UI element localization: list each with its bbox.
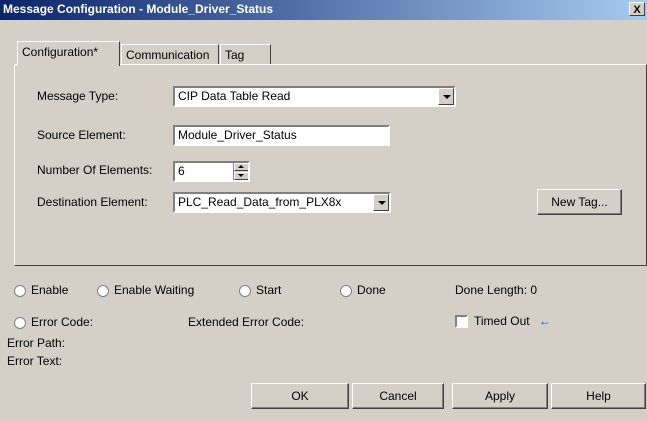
left-arrow-icon: ← [539, 314, 551, 328]
new-tag-button[interactable]: New Tag... [537, 189, 622, 215]
close-button[interactable]: X [629, 2, 645, 16]
chevron-down-icon[interactable] [438, 88, 454, 105]
source-element-field[interactable]: Module_Driver_Status [173, 125, 390, 146]
configuration-panel: Message Type: CIP Data Table Read Source… [14, 64, 647, 266]
number-of-elements-value: 6 [178, 164, 185, 178]
error-code-label: Error Code: [31, 315, 94, 329]
window-title: Message Configuration - Module_Driver_St… [3, 2, 274, 16]
ok-button[interactable]: OK [251, 383, 349, 409]
tab-configuration[interactable]: Configuration* [17, 41, 120, 66]
tab-tag[interactable]: Tag [220, 44, 271, 66]
error-text-label: Error Text: [7, 354, 63, 368]
enable-waiting-indicator-icon [97, 285, 109, 297]
chevron-down-icon[interactable] [373, 194, 389, 211]
message-type-value: CIP Data Table Read [178, 89, 291, 103]
error-path-label: Error Path: [7, 336, 66, 350]
title-bar[interactable]: Message Configuration - Module_Driver_St… [0, 0, 647, 20]
extended-error-code-label: Extended Error Code: [188, 315, 305, 329]
spin-down-icon[interactable] [234, 172, 248, 180]
tab-communication[interactable]: Communication [121, 44, 219, 66]
help-button[interactable]: Help [551, 383, 646, 409]
spin-up-icon[interactable] [234, 163, 248, 171]
spinner-control[interactable] [233, 163, 248, 180]
error-code-indicator-icon [14, 317, 26, 329]
timed-out-checkbox[interactable] [455, 315, 468, 328]
done-label: Done [357, 283, 386, 297]
source-element-label: Source Element: [37, 128, 126, 142]
number-of-elements-label: Number Of Elements: [37, 163, 153, 177]
destination-element-dropdown[interactable]: PLC_Read_Data_from_PLX8x [173, 192, 391, 213]
cancel-button[interactable]: Cancel [352, 383, 444, 409]
done-indicator-icon [340, 285, 352, 297]
done-length-label: Done Length: 0 [455, 283, 538, 297]
message-configuration-dialog: Message Configuration - Module_Driver_St… [0, 0, 647, 421]
enable-indicator-icon [14, 285, 26, 297]
number-of-elements-stepper[interactable]: 6 [173, 161, 250, 182]
apply-button[interactable]: Apply [452, 383, 548, 409]
start-label: Start [256, 283, 282, 297]
start-indicator-icon [239, 285, 251, 297]
message-type-dropdown[interactable]: CIP Data Table Read [173, 86, 456, 107]
destination-element-value: PLC_Read_Data_from_PLX8x [178, 195, 342, 209]
message-type-label: Message Type: [37, 89, 119, 103]
destination-element-label: Destination Element: [37, 195, 148, 209]
enable-label: Enable [31, 283, 69, 297]
timed-out-label: Timed Out [474, 314, 530, 328]
enable-waiting-label: Enable Waiting [114, 283, 195, 297]
